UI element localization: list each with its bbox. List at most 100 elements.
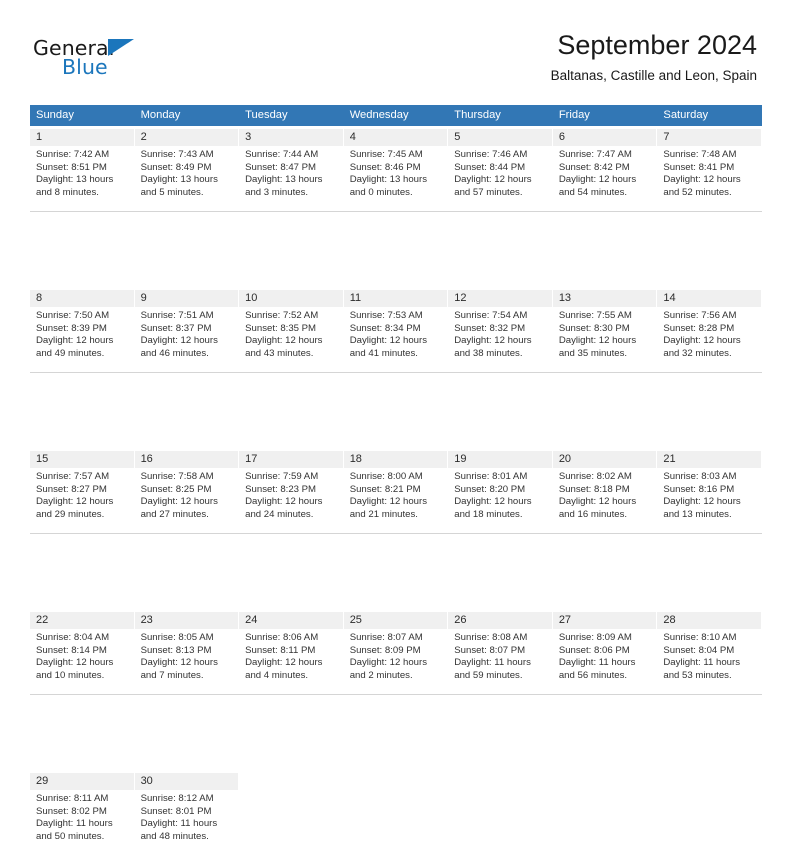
daylight-text-line2: and 7 minutes. [140,669,204,681]
weekday-header-monday: Monday [134,105,240,126]
sunset-text: Sunset: 8:16 PM [663,483,735,495]
daylight-text-line2: and 54 minutes. [558,186,628,198]
divider [30,211,762,212]
calendar-cell[interactable]: 14 Sunrise: 7:56 AM Sunset: 8:28 PM Dayl… [657,287,762,368]
sunset-text: Sunset: 8:02 PM [36,805,107,817]
calendar-cell[interactable]: 19 Sunrise: 8:01 AM Sunset: 8:20 PM Dayl… [448,448,553,529]
sunrise-text: Sunrise: 7:43 AM [140,149,214,160]
day-number: 12 [448,290,552,307]
sunset-text: Sunset: 8:23 PM [245,483,317,495]
day-details: Sunrise: 8:09 AM Sunset: 8:06 PM Dayligh… [559,629,652,682]
calendar-cell[interactable]: 6 Sunrise: 7:47 AM Sunset: 8:42 PM Dayli… [552,126,658,207]
sunrise-text: Sunrise: 8:09 AM [558,632,632,643]
sunrise-text: Sunrise: 7:56 AM [663,310,737,321]
page-header: General Blue September 2024 Baltanas, Ca… [0,0,792,104]
calendar-cell[interactable]: 16 Sunrise: 7:58 AM Sunset: 8:25 PM Dayl… [134,448,240,529]
calendar-cell-empty [657,770,762,851]
sunset-text: Sunset: 8:44 PM [454,161,526,173]
sunrise-text: Sunrise: 8:05 AM [140,632,214,643]
divider [30,533,762,534]
day-number [657,773,761,790]
calendar-cell[interactable]: 9 Sunrise: 7:51 AM Sunset: 8:37 PM Dayli… [134,287,240,368]
calendar-cell[interactable]: 12 Sunrise: 7:54 AM Sunset: 8:32 PM Dayl… [448,287,553,368]
sunrise-text: Sunrise: 8:06 AM [245,632,319,643]
sunrise-text: Sunrise: 8:12 AM [140,793,214,804]
calendar-cell[interactable]: 3 Sunrise: 7:44 AM Sunset: 8:47 PM Dayli… [239,126,344,207]
daylight-text-line2: and 32 minutes. [663,347,732,359]
day-number: 26 [448,612,552,629]
calendar-header-row: Sunday Monday Tuesday Wednesday Thursday… [30,105,762,126]
sunset-text: Sunset: 8:18 PM [558,483,630,495]
calendar-week-row: 8 Sunrise: 7:50 AM Sunset: 8:39 PM Dayli… [30,287,762,368]
calendar-cell[interactable]: 15 Sunrise: 7:57 AM Sunset: 8:27 PM Dayl… [30,448,135,529]
calendar-week-row: 29 Sunrise: 8:11 AM Sunset: 8:02 PM Dayl… [30,770,762,851]
day-details: Sunrise: 8:01 AM Sunset: 8:20 PM Dayligh… [454,468,547,521]
calendar-cell[interactable]: 7 Sunrise: 7:48 AM Sunset: 8:41 PM Dayli… [657,126,762,207]
sunset-text: Sunset: 8:47 PM [245,161,317,173]
day-details: Sunrise: 7:51 AM Sunset: 8:37 PM Dayligh… [141,307,234,360]
calendar-cell[interactable]: 24 Sunrise: 8:06 AM Sunset: 8:11 PM Dayl… [239,609,344,690]
calendar-cell[interactable]: 23 Sunrise: 8:05 AM Sunset: 8:13 PM Dayl… [134,609,240,690]
day-number: 8 [30,290,134,307]
daylight-text-line1: Daylight: 12 hours [663,335,741,347]
calendar-cell[interactable]: 22 Sunrise: 8:04 AM Sunset: 8:14 PM Dayl… [30,609,135,690]
calendar-cell[interactable]: 10 Sunrise: 7:52 AM Sunset: 8:35 PM Dayl… [239,287,344,368]
daylight-text-line1: Daylight: 12 hours [140,496,218,508]
sunset-text: Sunset: 8:06 PM [558,644,630,656]
calendar-cell[interactable]: 29 Sunrise: 8:11 AM Sunset: 8:02 PM Dayl… [30,770,135,851]
sunrise-text: Sunrise: 7:42 AM [36,149,110,160]
calendar-cell[interactable]: 25 Sunrise: 8:07 AM Sunset: 8:09 PM Dayl… [343,609,449,690]
page-subtitle: Baltanas, Castille and Leon, Spain [550,68,757,83]
sunset-text: Sunset: 8:11 PM [245,644,316,656]
sunset-text: Sunset: 8:14 PM [36,644,107,656]
divider [30,372,762,373]
week-separator [30,206,762,287]
calendar-cell[interactable]: 8 Sunrise: 7:50 AM Sunset: 8:39 PM Dayli… [30,287,135,368]
calendar-table: Sunday Monday Tuesday Wednesday Thursday… [30,105,762,851]
calendar-cell[interactable]: 20 Sunrise: 8:02 AM Sunset: 8:18 PM Dayl… [552,448,658,529]
day-number: 18 [343,451,448,468]
day-details: Sunrise: 7:57 AM Sunset: 8:27 PM Dayligh… [36,468,129,521]
calendar-cell[interactable]: 27 Sunrise: 8:09 AM Sunset: 8:06 PM Dayl… [552,609,658,690]
sunset-text: Sunset: 8:30 PM [558,322,630,334]
sunrise-text: Sunrise: 8:11 AM [36,793,109,804]
sunset-text: Sunset: 8:20 PM [454,483,526,495]
calendar-cell[interactable]: 26 Sunrise: 8:08 AM Sunset: 8:07 PM Dayl… [448,609,553,690]
sunset-text: Sunset: 8:04 PM [663,644,735,656]
daylight-text-line2: and 56 minutes. [558,669,628,681]
day-details: Sunrise: 8:08 AM Sunset: 8:07 PM Dayligh… [454,629,547,682]
calendar-cell[interactable]: 18 Sunrise: 8:00 AM Sunset: 8:21 PM Dayl… [343,448,449,529]
daylight-text-line2: and 53 minutes. [663,669,732,681]
sunset-text: Sunset: 8:25 PM [140,483,212,495]
daylight-text-line1: Daylight: 12 hours [349,335,428,347]
calendar-cell[interactable]: 30 Sunrise: 8:12 AM Sunset: 8:01 PM Dayl… [134,770,240,851]
day-number: 9 [134,290,239,307]
brand-logo[interactable]: General Blue [33,36,253,86]
calendar-cell[interactable]: 21 Sunrise: 8:03 AM Sunset: 8:16 PM Dayl… [657,448,762,529]
sunrise-text: Sunrise: 8:07 AM [349,632,423,643]
calendar-week-row: 22 Sunrise: 8:04 AM Sunset: 8:14 PM Dayl… [30,609,762,690]
day-details: Sunrise: 7:52 AM Sunset: 8:35 PM Dayligh… [245,307,338,360]
calendar-cell[interactable]: 11 Sunrise: 7:53 AM Sunset: 8:34 PM Dayl… [343,287,449,368]
calendar-cell[interactable]: 1 Sunrise: 7:42 AM Sunset: 8:51 PM Dayli… [30,126,135,207]
calendar-cell[interactable]: 4 Sunrise: 7:45 AM Sunset: 8:46 PM Dayli… [343,126,449,207]
day-number: 6 [552,129,657,146]
day-number [553,773,657,790]
sunset-text: Sunset: 8:13 PM [140,644,212,656]
sunrise-text: Sunrise: 7:53 AM [349,310,423,321]
daylight-text-line1: Daylight: 12 hours [454,335,532,347]
calendar-week-row: 1 Sunrise: 7:42 AM Sunset: 8:51 PM Dayli… [30,126,762,207]
calendar-cell[interactable]: 28 Sunrise: 8:10 AM Sunset: 8:04 PM Dayl… [657,609,762,690]
calendar-cell[interactable]: 13 Sunrise: 7:55 AM Sunset: 8:30 PM Dayl… [552,287,658,368]
title-block: September 2024 Baltanas, Castille and Le… [551,28,757,86]
daylight-text-line1: Daylight: 12 hours [558,174,637,186]
week-separator [30,367,762,448]
day-details: Sunrise: 7:45 AM Sunset: 8:46 PM Dayligh… [350,146,443,199]
calendar-cell-empty [239,770,344,851]
daylight-text-line2: and 48 minutes. [140,830,209,842]
daylight-text-line1: Daylight: 12 hours [245,496,323,508]
calendar-cell[interactable]: 17 Sunrise: 7:59 AM Sunset: 8:23 PM Dayl… [239,448,344,529]
calendar-cell[interactable]: 5 Sunrise: 7:46 AM Sunset: 8:44 PM Dayli… [448,126,553,207]
calendar-cell[interactable]: 2 Sunrise: 7:43 AM Sunset: 8:49 PM Dayli… [134,126,240,207]
sunrise-text: Sunrise: 7:50 AM [36,310,110,321]
